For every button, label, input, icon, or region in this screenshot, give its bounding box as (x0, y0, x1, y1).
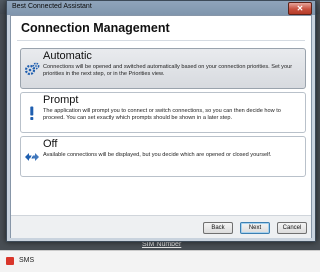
sms-label: SMS (19, 257, 35, 264)
option-description: Connections will be opened and switched … (43, 64, 293, 77)
exclamation-icon (30, 106, 34, 120)
page-title: Connection Management (21, 21, 170, 35)
window-title: Best Connected Assistant (12, 3, 92, 10)
cancel-button[interactable]: Cancel (277, 222, 307, 234)
sim-number-link[interactable]: SIM Number (142, 241, 181, 248)
option-description: The application will prompt you to conne… (43, 108, 281, 121)
sms-icon (6, 257, 14, 265)
option-title: Automatic (43, 50, 92, 62)
title-bar: Best Connected Assistant ✕ (7, 1, 315, 15)
option-description: Available connections will be displayed,… (43, 152, 272, 158)
option-prompt[interactable]: Prompt The application will prompt you t… (20, 92, 306, 133)
gears-icon (24, 62, 40, 76)
option-title: Prompt (43, 94, 79, 106)
back-button[interactable]: Back (203, 222, 233, 234)
arrows-icon (25, 152, 39, 162)
sms-row[interactable]: SMS (0, 250, 320, 272)
dialog-content: Connection Management Automatic Connecti… (10, 15, 312, 238)
dialog-window: Best Connected Assistant ✕ Connection Ma… (6, 0, 316, 242)
option-title: Off (43, 138, 58, 150)
next-button[interactable]: Next (240, 222, 270, 234)
button-bar: Back Next Cancel (11, 215, 311, 238)
close-button[interactable]: ✕ (288, 2, 312, 15)
close-icon: ✕ (296, 4, 304, 13)
divider (17, 40, 305, 41)
option-off[interactable]: Off Available connections will be displa… (20, 136, 306, 177)
option-automatic[interactable]: Automatic Connections will be opened and… (20, 48, 306, 89)
